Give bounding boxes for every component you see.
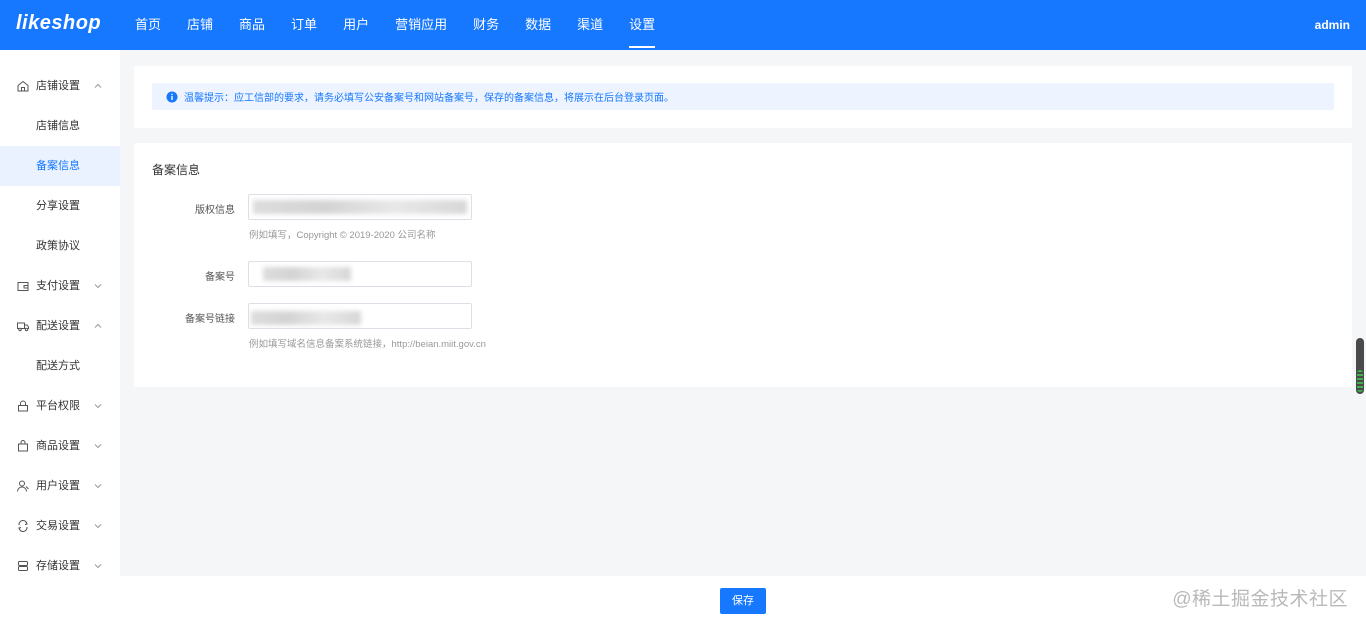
sidebar-group-label: 交易设置 (36, 520, 80, 532)
nav-item-marketing[interactable]: 营销应用 (382, 0, 460, 50)
truck-icon (17, 322, 29, 332)
home-icon (17, 80, 29, 92)
sidebar-group-label: 存储设置 (36, 560, 80, 572)
copyright-label: 版权信息 (195, 205, 235, 216)
sidebar-group-label: 店铺设置 (36, 80, 80, 92)
sidebar-group-label: 商品设置 (36, 440, 80, 452)
sidebar-group-shop-settings[interactable]: 店铺设置 (0, 66, 120, 106)
sidebar-group-delivery-settings[interactable]: 配送设置 (0, 306, 120, 346)
nav-item-channels[interactable]: 渠道 (564, 0, 616, 50)
sidebar-group-label: 支付设置 (36, 280, 80, 292)
nav-item-shop[interactable]: 店铺 (174, 0, 226, 50)
user-menu[interactable]: admin (1315, 0, 1350, 50)
app-logo[interactable]: likeshop (16, 12, 101, 35)
chevron-up-icon (94, 83, 102, 88)
chevron-down-icon (94, 484, 102, 489)
watermark: @稀土掘金技术社区 (1172, 589, 1348, 610)
storage-icon (18, 561, 28, 571)
record-link-input[interactable] (248, 303, 472, 329)
copyright-input[interactable] (248, 194, 472, 220)
chevron-down-icon (94, 444, 102, 449)
page-scrollbar[interactable] (1356, 338, 1364, 394)
redacted-value (251, 311, 361, 325)
sidebar-group-storage-settings[interactable]: 存储设置 (0, 546, 120, 576)
nav-item-users[interactable]: 用户 (330, 0, 382, 50)
top-navbar: likeshop 首页 店铺 商品 订单 用户 营销应用 财务 数据 渠道 设置… (0, 0, 1366, 50)
scrollbar-grip[interactable] (1357, 370, 1363, 392)
notice-card: 温馨提示：应工信部的要求，请务必填写公安备案号和网站备案号，保存的备案信息，将展… (134, 66, 1352, 128)
sidebar: 店铺设置 店铺信息 备案信息 分享设置 政策协议 支付设置 配送设置 配送方式 … (0, 50, 120, 576)
sidebar-group-trade-settings[interactable]: 交易设置 (0, 506, 120, 546)
sidebar-group-goods-settings[interactable]: 商品设置 (0, 426, 120, 466)
section-title: 备案信息 (152, 163, 201, 177)
save-button[interactable]: 保存 (720, 588, 766, 614)
sidebar-group-platform-permissions[interactable]: 平台权限 (0, 386, 120, 426)
bag-icon (18, 440, 28, 452)
sidebar-group-label: 平台权限 (36, 400, 80, 412)
info-icon (166, 91, 178, 102)
copyright-hint: 例如填写，Copyright © 2019-2020 公司名称 (249, 230, 436, 241)
redacted-value (263, 267, 351, 281)
notice-text: 温馨提示：应工信部的要求，请务必填写公安备案号和网站备案号，保存的备案信息，将展… (184, 93, 674, 104)
redacted-value (253, 200, 467, 214)
sidebar-group-user-settings[interactable]: 用户设置 (0, 466, 120, 506)
chevron-down-icon (94, 564, 102, 569)
footer-bar: 保存 @稀土掘金技术社区 (0, 576, 1366, 625)
nav-item-settings[interactable]: 设置 (616, 0, 668, 50)
chevron-down-icon (94, 404, 102, 409)
record-link-label: 备案号链接 (185, 314, 235, 325)
user-icon (17, 480, 29, 492)
nav-item-finance[interactable]: 财务 (460, 0, 512, 50)
sidebar-item-policy[interactable]: 政策协议 (0, 226, 120, 266)
sidebar-item-share-settings[interactable]: 分享设置 (0, 186, 120, 226)
sidebar-item-delivery-method[interactable]: 配送方式 (0, 346, 120, 386)
main-nav: 首页 店铺 商品 订单 用户 营销应用 财务 数据 渠道 设置 (122, 0, 668, 50)
record-no-input[interactable] (248, 261, 472, 287)
nav-item-data[interactable]: 数据 (512, 0, 564, 50)
chevron-down-icon (94, 524, 102, 529)
notice-alert: 温馨提示：应工信部的要求，请务必填写公安备案号和网站备案号，保存的备案信息，将展… (152, 83, 1334, 110)
chevron-up-icon (94, 323, 102, 328)
wallet-icon (17, 282, 29, 291)
sidebar-group-label: 用户设置 (36, 480, 80, 492)
record-no-label: 备案号 (205, 272, 235, 283)
nav-item-goods[interactable]: 商品 (226, 0, 278, 50)
chevron-down-icon (94, 284, 102, 289)
lock-icon (18, 400, 28, 412)
record-link-hint: 例如填写域名信息备案系统链接，http://beian.miit.gov.cn (249, 339, 486, 350)
sidebar-item-shop-info[interactable]: 店铺信息 (0, 106, 120, 146)
record-info-form: 备案信息 版权信息 例如填写，Copyright © 2019-2020 公司名… (134, 143, 1352, 387)
sidebar-item-record-info[interactable]: 备案信息 (0, 146, 120, 186)
nav-item-orders[interactable]: 订单 (278, 0, 330, 50)
exchange-icon (18, 520, 28, 532)
sidebar-group-label: 配送设置 (36, 320, 80, 332)
sidebar-group-payment-settings[interactable]: 支付设置 (0, 266, 120, 306)
nav-item-home[interactable]: 首页 (122, 0, 174, 50)
